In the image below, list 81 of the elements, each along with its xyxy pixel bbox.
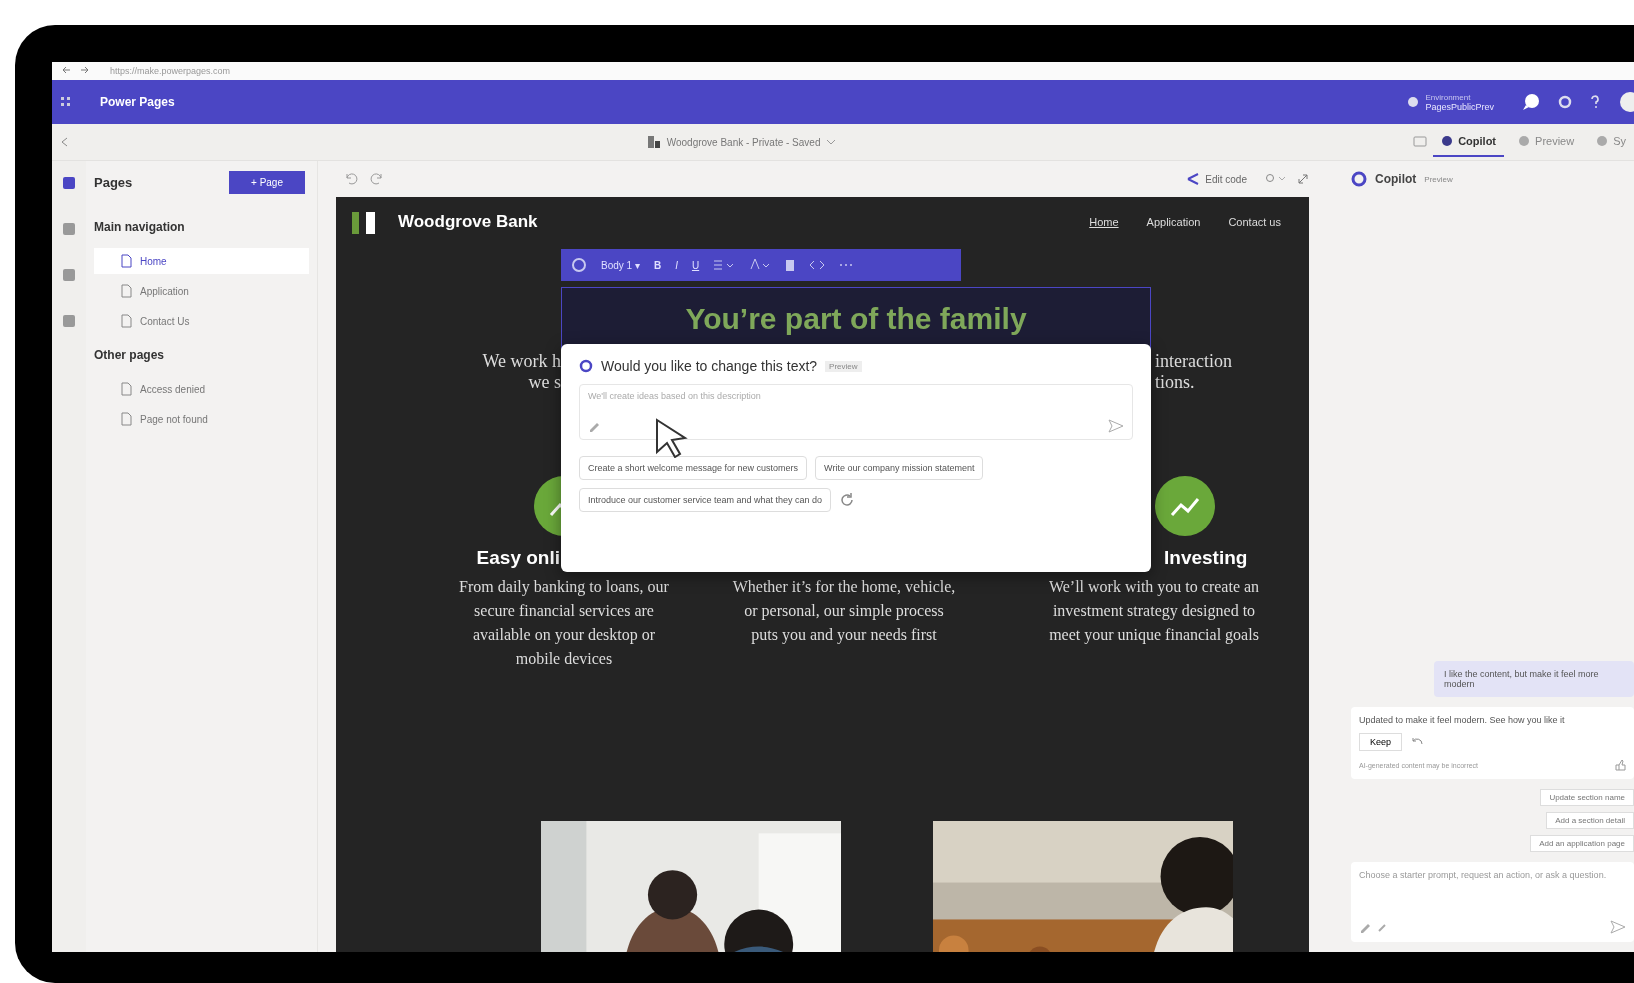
page-icon — [120, 382, 132, 396]
suggestion-chip[interactable]: Update section name — [1540, 789, 1634, 806]
edit-code-button[interactable]: Edit code — [1180, 171, 1253, 187]
refresh-icon[interactable] — [839, 492, 856, 508]
intro-text: tions. — [1155, 372, 1195, 393]
zoom-icon[interactable] — [1265, 173, 1285, 185]
copilot-icon — [579, 359, 593, 373]
list-icon[interactable] — [713, 259, 736, 271]
suggestion-chip[interactable]: Write our company mission statement — [815, 456, 984, 480]
feature-text: From daily banking to loans, our secure financial services are available on your desktop or mobile devices — [458, 577, 670, 669]
pencil-icon[interactable] — [588, 420, 600, 432]
font-color-icon[interactable] — [749, 258, 772, 272]
more-icon[interactable] — [839, 263, 854, 267]
site-nav-link[interactable]: Contact us — [1228, 216, 1281, 228]
text-style-dropdown[interactable]: Body 1 ▾ — [601, 259, 640, 271]
feature-text: We’ll work with you to create an investment strategy designed to meet your unique financial goals — [1047, 577, 1261, 646]
feature-text: Whether it’s for the home, vehicle, or personal, our simple process puts you and your needs first — [731, 577, 957, 646]
command-tab[interactable]: Copilot — [1433, 127, 1505, 157]
feature-title: Investing — [1164, 547, 1248, 570]
add-page-button[interactable]: + Page — [229, 171, 305, 194]
user-message: I like the content, but make it feel more modern — [1434, 661, 1634, 697]
page-icon — [120, 254, 132, 268]
command-tab[interactable]: Preview — [1510, 127, 1583, 157]
site-name[interactable]: Woodgrove Bank - Private - Saved — [666, 136, 821, 148]
prompt-box[interactable]: We'll create ideas based on this description — [579, 384, 1133, 440]
section-title: Other pages — [94, 347, 166, 364]
copilot-title: Copilot — [1375, 172, 1417, 186]
suggestion-chip[interactable]: Add an application page — [1530, 835, 1634, 852]
suggestion-chip[interactable]: Add a section detail — [1546, 812, 1634, 829]
environment-name[interactable]: PagesPublicPrev — [1425, 101, 1494, 112]
italic-button[interactable]: I — [675, 259, 678, 271]
code-icon[interactable] — [809, 259, 826, 271]
page-item[interactable]: Home — [94, 248, 309, 274]
underline-button[interactable]: U — [691, 259, 700, 271]
address-bar[interactable]: https://make.powerpages.com — [110, 66, 231, 76]
cursor-icon — [655, 418, 689, 458]
menu-icon[interactable] — [60, 96, 72, 108]
page-item[interactable]: Application — [94, 278, 309, 304]
circle-icon — [1518, 135, 1531, 147]
intro-text: we s — [528, 372, 561, 393]
page-item[interactable]: Page not found — [94, 406, 309, 432]
preview-label: Preview — [825, 360, 862, 372]
intro-text: interaction — [1155, 351, 1232, 372]
circle-icon — [1441, 135, 1454, 147]
help-icon[interactable] — [1590, 95, 1600, 109]
environment-label: Environment — [1425, 92, 1472, 102]
app-title: Power Pages — [100, 95, 175, 109]
command-tab[interactable]: Sy — [1588, 127, 1634, 157]
site-nav-link[interactable]: Application — [1146, 216, 1201, 228]
feature-title: Easy onli — [476, 547, 560, 570]
section-title: Main navigation — [94, 219, 186, 236]
intro-text: We work h — [482, 351, 561, 372]
page-item[interactable]: Contact Us — [94, 308, 309, 334]
page-icon — [120, 412, 132, 426]
page-icon — [120, 284, 132, 298]
site-icon — [646, 135, 661, 149]
reply-text: Updated to make it feel modern. See how you like it — [1359, 715, 1566, 725]
preview-label: Preview — [1424, 174, 1453, 184]
nav-rail-icon[interactable] — [61, 175, 77, 191]
thumbs-up-icon[interactable] — [1614, 759, 1626, 771]
copilot-icon — [1351, 171, 1367, 187]
undo-icon[interactable] — [344, 172, 358, 186]
chevron-down-icon[interactable] — [826, 138, 837, 146]
expand-icon[interactable] — [1297, 173, 1309, 185]
redo-icon[interactable] — [370, 172, 384, 186]
site-nav-link[interactable]: Home — [1089, 216, 1119, 228]
avatar-icon[interactable] — [1618, 91, 1634, 113]
panel-title: Pages — [94, 175, 133, 190]
chat-input-box[interactable]: Choose a starter prompt, request an action, or ask a question. — [1351, 862, 1634, 942]
bold-button[interactable]: B — [653, 259, 662, 271]
site-brand[interactable]: Woodgrove Bank — [398, 212, 538, 232]
keep-button[interactable]: Keep — [1359, 733, 1403, 751]
suggestion-chip[interactable]: Introduce our customer service team and what they can do — [579, 488, 832, 512]
send-icon[interactable] — [1108, 419, 1124, 433]
page-item[interactable]: Access denied — [94, 376, 309, 402]
popup-title: Would you like to change this text? — [601, 358, 818, 374]
suggestion-chip[interactable]: Create a short welcome message for new customers — [579, 456, 808, 480]
send-icon[interactable] — [1610, 920, 1626, 934]
circle-icon — [1596, 135, 1609, 147]
page-icon — [120, 314, 132, 328]
chat-icon[interactable] — [1522, 93, 1540, 111]
